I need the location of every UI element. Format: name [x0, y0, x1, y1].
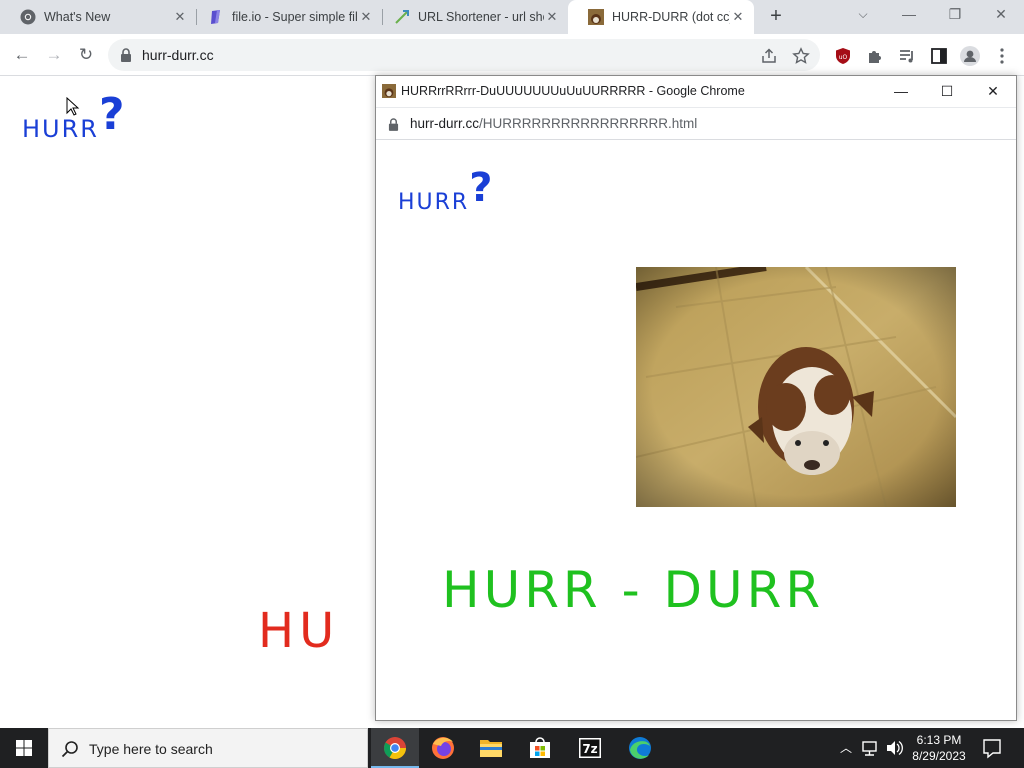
tab-title: URL Shortener - url sho: [418, 10, 544, 24]
dog-favicon-icon: [588, 9, 604, 25]
popup-url: hurr-durr.cc/HURRRRRRRRRRRRRRRRR.html: [410, 116, 697, 131]
network-icon[interactable]: [860, 728, 880, 768]
taskbar-7zip[interactable]: 7z: [566, 728, 614, 768]
taskbar-firefox[interactable]: [419, 728, 467, 768]
bulldog-picture: [636, 267, 956, 507]
taskbar-edge[interactable]: [616, 728, 664, 768]
taskbar-search-placeholder: Type here to search: [89, 741, 213, 757]
popup-page-content: HURR? HURR - DURR: [376, 141, 1016, 720]
start-button[interactable]: [0, 728, 48, 768]
red-hurr-text: HU: [258, 603, 340, 659]
tab-hurr-durr[interactable]: HURR-DURR (dot cc) ✕: [568, 0, 754, 34]
mouse-cursor-icon: [66, 97, 80, 116]
ublock-origin-icon[interactable]: uO: [834, 47, 852, 65]
dog-favicon-icon: [382, 84, 396, 98]
taskbar-search-box[interactable]: Type here to search: [48, 728, 368, 768]
close-icon[interactable]: ✕: [544, 9, 560, 25]
address-bar[interactable]: hurr-durr.cc: [108, 39, 820, 71]
close-icon[interactable]: ✕: [730, 9, 746, 25]
popup-address-bar[interactable]: hurr-durr.cc/HURRRRRRRRRRRRRRRRR.html: [376, 107, 1016, 140]
popup-minimize-button[interactable]: —: [878, 76, 924, 107]
folder-icon: [480, 740, 502, 757]
minimize-button[interactable]: —: [886, 0, 932, 30]
extensions-icon[interactable]: [866, 47, 884, 65]
clock-time: 6:13 PM: [916, 733, 962, 747]
taskbar-file-explorer[interactable]: [467, 728, 515, 768]
browser-toolbar: ← → ↻ hurr-durr.cc uO: [0, 34, 1024, 76]
profile-avatar-icon[interactable]: [960, 46, 980, 66]
clock-date: 8/29/2023: [912, 749, 966, 763]
tab-whats-new[interactable]: What's New ✕: [0, 0, 196, 34]
close-window-button[interactable]: ✕: [978, 0, 1024, 30]
close-icon[interactable]: ✕: [358, 9, 374, 25]
tab-title: file.io - Super simple fil: [232, 10, 358, 24]
store-bag-icon: [530, 737, 550, 758]
tab-file-io[interactable]: file.io - Super simple fil ✕: [188, 0, 382, 34]
address-url: hurr-durr.cc: [142, 47, 214, 63]
forward-button[interactable]: →: [42, 43, 66, 67]
tab-strip: What's New ✕ file.io - Super simple fil …: [0, 0, 1024, 34]
popup-close-button[interactable]: ✕: [970, 76, 1016, 107]
taskbar-microsoft-store[interactable]: [516, 728, 564, 768]
restore-button[interactable]: ❐: [932, 0, 978, 30]
new-tab-button[interactable]: +: [764, 5, 788, 29]
hurr-logo-question-mark: ?: [98, 89, 125, 140]
bookmark-star-icon[interactable]: [792, 47, 810, 65]
bulldog-video-image[interactable]: [636, 267, 956, 507]
popup-hurr-logo: HURR?: [398, 165, 492, 219]
tab-title: HURR-DURR (dot cc): [612, 10, 730, 24]
svg-text:uO: uO: [839, 54, 848, 61]
chrome-icon: [20, 9, 36, 25]
popup-window: HURRrrRRrrr-DuUUUUUUUuUuUURRRRR - Google…: [375, 75, 1017, 721]
close-icon[interactable]: ✕: [172, 9, 188, 25]
tab-title: What's New: [44, 10, 111, 24]
lock-icon: [388, 118, 399, 131]
share-icon[interactable]: [760, 47, 778, 65]
edge-icon: [629, 737, 651, 759]
volume-icon[interactable]: [884, 728, 904, 768]
taskbar-chrome[interactable]: [371, 728, 419, 768]
popup-hurr-logo-question-mark: ?: [469, 165, 493, 211]
windows-taskbar: Type here to search 7z ︿ 6:13 PM 8/29/20…: [0, 728, 1024, 768]
notification-icon[interactable]: [980, 728, 1004, 768]
search-icon: [61, 741, 78, 758]
hurr-logo-word: HURR: [22, 115, 99, 143]
popup-url-host: hurr-durr.cc: [410, 116, 480, 131]
chrome-app-icon: [384, 737, 406, 759]
popup-hurr-logo-word: HURR: [398, 190, 470, 215]
taskbar-clock[interactable]: 6:13 PM 8/29/2023: [904, 732, 974, 764]
back-button[interactable]: ←: [10, 43, 34, 67]
popup-maximize-button[interactable]: ☐: [924, 76, 970, 107]
popup-title-bar: HURRrrRRrrr-DuUUUUUUUuUuUURRRRR - Google…: [376, 76, 1016, 107]
media-controls-icon[interactable]: [898, 47, 916, 65]
tab-url-shortener[interactable]: URL Shortener - url sho ✕: [374, 0, 568, 34]
side-panel-icon[interactable]: [930, 47, 948, 65]
hurr-durr-green-text: HURR - DURR: [442, 561, 825, 619]
url-shortener-icon: [395, 10, 409, 24]
tab-search-icon[interactable]: ⌵: [840, 0, 886, 30]
screen: What's New ✕ file.io - Super simple fil …: [0, 0, 1024, 768]
7zip-icon: 7z: [579, 738, 601, 758]
popup-url-path: /HURRRRRRRRRRRRRRRRR.html: [479, 116, 698, 131]
tray-show-hidden-icons[interactable]: ︿: [838, 728, 854, 768]
file-io-icon: [211, 10, 220, 24]
svg-text:7z: 7z: [582, 742, 597, 756]
menu-kebab-icon[interactable]: [994, 47, 1010, 65]
lock-icon: [121, 48, 131, 62]
reload-button[interactable]: ↻: [74, 43, 98, 67]
popup-window-title: HURRrrRRrrr-DuUUUUUUUuUuUURRRRR - Google…: [401, 84, 745, 98]
firefox-app-icon: [432, 737, 454, 759]
windows-logo-icon: [16, 740, 32, 756]
